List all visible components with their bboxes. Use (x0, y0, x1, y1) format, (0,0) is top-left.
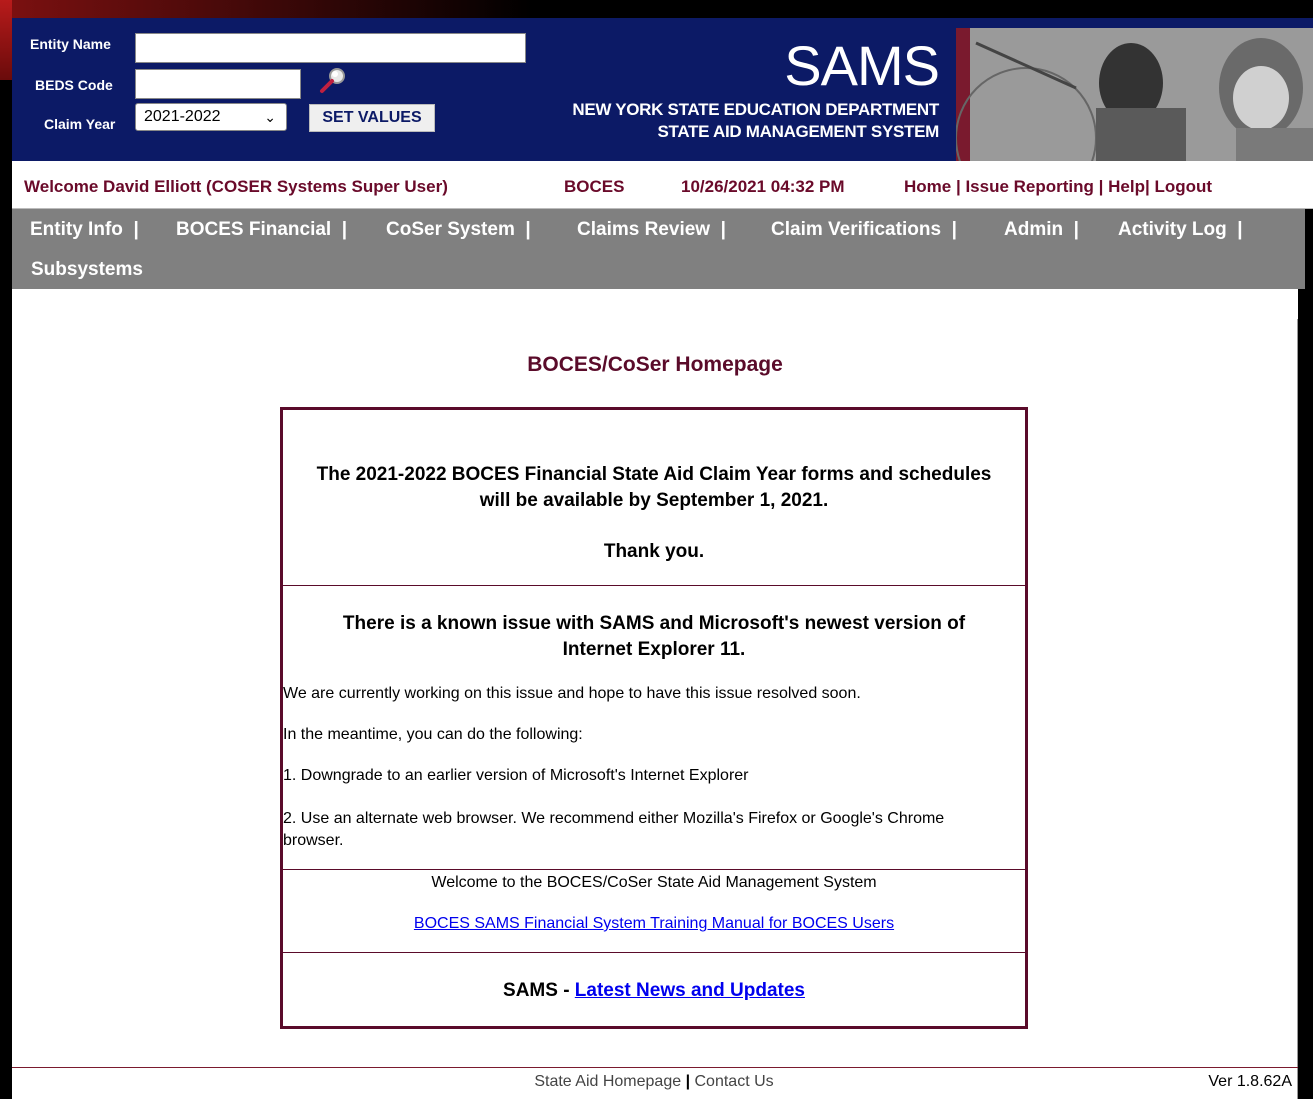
ie-issue-notice: There is a known issue with SAMS and Mic… (283, 586, 1025, 870)
notice-box: The 2021-2022 BOCES Financial State Aid … (280, 407, 1028, 1029)
main-navigation: Entity Info | BOCES Financial | CoSer Sy… (12, 209, 1305, 289)
set-values-button[interactable]: SET VALUES (309, 104, 435, 132)
claim-year-select[interactable]: 2021-2022 ⌄ (135, 103, 287, 131)
nav-claim-verifications[interactable]: Claim Verifications | (771, 219, 957, 241)
nav-activity-log[interactable]: Activity Log | (1118, 219, 1243, 241)
ie-issue-heading-line1: There is a known issue with SAMS and Mic… (342, 613, 966, 634)
main-content: BOCES/CoSer Homepage The 2021-2022 BOCES… (12, 289, 1298, 1099)
system-name: STATE AID MANAGEMENT SYSTEM (657, 122, 939, 141)
version-text: Ver 1.8.62A (1208, 1073, 1292, 1090)
logout-link[interactable]: Logout (1154, 177, 1212, 196)
datetime-text: 10/26/2021 04:32 PM (681, 177, 845, 196)
window-frame-left (0, 0, 12, 1099)
latest-news-link[interactable]: Latest News and Updates (575, 980, 805, 1001)
welcome-section: Welcome to the BOCES/CoSer State Aid Man… (283, 870, 1025, 953)
header-photo-image (956, 28, 1313, 161)
claim-year-notice-line2: will be available by September 1, 2021. (479, 490, 829, 511)
claim-year-value: 2021-2022 (144, 108, 221, 125)
frame-accent (0, 0, 12, 80)
contact-us-link[interactable]: Contact Us (695, 1073, 774, 1090)
welcome-bar: Welcome David Elliott (COSER Systems Sup… (12, 161, 1313, 209)
footer-divider (12, 1067, 1298, 1068)
chevron-down-icon: ⌄ (264, 109, 276, 125)
entity-type-text: BOCES (564, 177, 625, 196)
claim-year-label: Claim Year (44, 116, 116, 132)
top-links: Home | Issue Reporting | Help| Logout (904, 177, 1213, 196)
nav-admin[interactable]: Admin | (1004, 219, 1079, 241)
ie-issue-step-1: 1. Downgrade to an earlier version of Mi… (283, 767, 749, 784)
content-border (1297, 319, 1298, 1099)
magnifier-search-icon[interactable] (318, 66, 348, 96)
home-link[interactable]: Home (904, 177, 951, 196)
state-aid-homepage-link[interactable]: State Aid Homepage (534, 1073, 681, 1090)
claim-year-notice-line1: The 2021-2022 BOCES Financial State Aid … (316, 464, 992, 485)
nav-coser-system[interactable]: CoSer System | (386, 219, 531, 241)
nav-subsystems[interactable]: Subsystems (31, 259, 143, 281)
header: Entity Name BEDS Code Claim Year 2021-20… (12, 18, 1313, 161)
window-frame-top (12, 0, 1313, 18)
welcome-user-text: Welcome David Elliott (COSER Systems Sup… (24, 177, 448, 196)
app-title: SAMS (784, 34, 940, 97)
nav-entity-info[interactable]: Entity Info | (30, 219, 139, 241)
beds-code-input[interactable] (135, 69, 301, 99)
department-name: NEW YORK STATE EDUCATION DEPARTMENT (572, 100, 939, 119)
nav-boces-financial[interactable]: BOCES Financial | (176, 219, 347, 241)
beds-code-label: BEDS Code (35, 77, 113, 93)
news-prefix: SAMS - (503, 980, 575, 1001)
ie-issue-paragraph: We are currently working on this issue a… (283, 685, 861, 702)
ie-issue-step-2: 2. Use an alternate web browser. We reco… (283, 810, 945, 849)
news-section: SAMS - Latest News and Updates (283, 980, 1025, 1002)
nav-claims-review[interactable]: Claims Review | (577, 219, 726, 241)
footer-links: State Aid Homepage | Contact Us (12, 1073, 1296, 1091)
issue-reporting-link[interactable]: Issue Reporting (965, 177, 1093, 196)
footer-separator: | (685, 1073, 691, 1090)
training-manual-link[interactable]: BOCES SAMS Financial System Training Man… (283, 915, 1025, 933)
entity-name-input[interactable] (135, 33, 526, 63)
help-link[interactable]: Help (1108, 177, 1145, 196)
ie-issue-paragraph: In the meantime, you can do the followin… (283, 726, 583, 743)
ie-issue-heading-line2: Internet Explorer 11. (562, 639, 746, 660)
entity-name-label: Entity Name (30, 36, 111, 52)
page-title: BOCES/CoSer Homepage (527, 353, 783, 376)
welcome-text: Welcome to the BOCES/CoSer State Aid Man… (431, 874, 877, 891)
thank-you-text: Thank you. (603, 541, 705, 562)
claim-year-notice: The 2021-2022 BOCES Financial State Aid … (283, 410, 1025, 586)
